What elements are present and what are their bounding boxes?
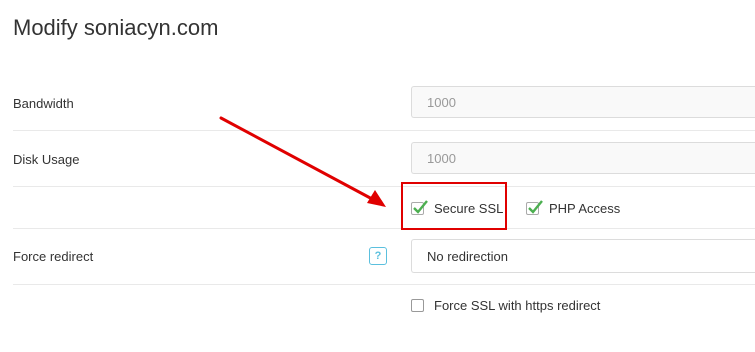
- annotation-arrow-icon: [219, 116, 386, 207]
